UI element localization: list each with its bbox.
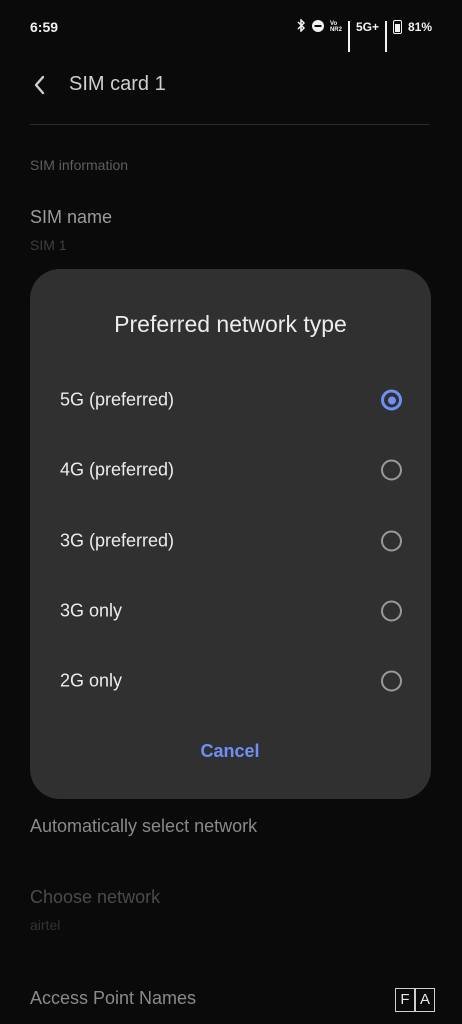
signal-icon: [347, 21, 350, 52]
radio-button[interactable]: [381, 600, 402, 622]
option-label: 5G (preferred): [60, 389, 175, 410]
fa-badge[interactable]: F A: [395, 988, 435, 1012]
status-icons: Vo NR2 5G+ 81%: [296, 18, 432, 52]
option-2g-only[interactable]: 2G only: [30, 651, 431, 711]
status-time: 6:59: [30, 19, 59, 35]
signal-icon-2: [384, 21, 387, 52]
radio-button[interactable]: [381, 459, 402, 481]
battery-percent: 81%: [407, 20, 432, 34]
sim-name-title[interactable]: SIM name: [30, 207, 112, 228]
option-label: 3G (preferred): [60, 530, 175, 551]
sim-name-value: SIM 1: [30, 237, 67, 253]
auto-select-network-item[interactable]: Automatically select network: [30, 816, 257, 837]
bluetooth-icon: [296, 18, 306, 35]
option-label: 2G only: [60, 670, 123, 691]
badge-letter-a: A: [415, 988, 435, 1012]
choose-network-title: Choose network: [30, 887, 161, 907]
status-bar: 6:59 Vo NR2 5G+ 81%: [0, 0, 462, 56]
radio-button-checked[interactable]: [381, 389, 402, 411]
option-3g-preferred[interactable]: 3G (preferred): [30, 511, 431, 571]
option-5g-preferred[interactable]: 5G (preferred): [30, 370, 431, 430]
radio-button[interactable]: [381, 530, 402, 552]
app-bar: SIM card 1: [0, 56, 462, 116]
dialog-title: Preferred network type: [114, 311, 347, 337]
preferred-network-dialog: Preferred network type 5G (preferred) 4G…: [30, 269, 431, 799]
page-title: SIM card 1: [69, 73, 166, 95]
chevron-left-icon: [34, 75, 45, 95]
back-button[interactable]: [22, 68, 56, 102]
cancel-button[interactable]: Cancel: [180, 735, 280, 767]
volte-label: Vo NR2: [329, 21, 342, 33]
radio-button[interactable]: [381, 670, 402, 692]
access-point-names-item[interactable]: Access Point Names: [30, 988, 196, 1009]
option-4g-preferred[interactable]: 4G (preferred): [30, 440, 431, 500]
do-not-disturb-icon: [311, 19, 324, 35]
section-header-sim-information: SIM information: [30, 157, 129, 173]
choose-network-value: airtel: [30, 917, 61, 933]
network-type-label: 5G+: [355, 20, 379, 34]
battery-icon: [392, 20, 402, 34]
divider: [30, 124, 430, 125]
badge-letter-f: F: [395, 988, 415, 1012]
option-label: 3G only: [60, 600, 123, 621]
option-label: 4G (preferred): [60, 459, 175, 480]
option-3g-only[interactable]: 3G only: [30, 581, 431, 641]
